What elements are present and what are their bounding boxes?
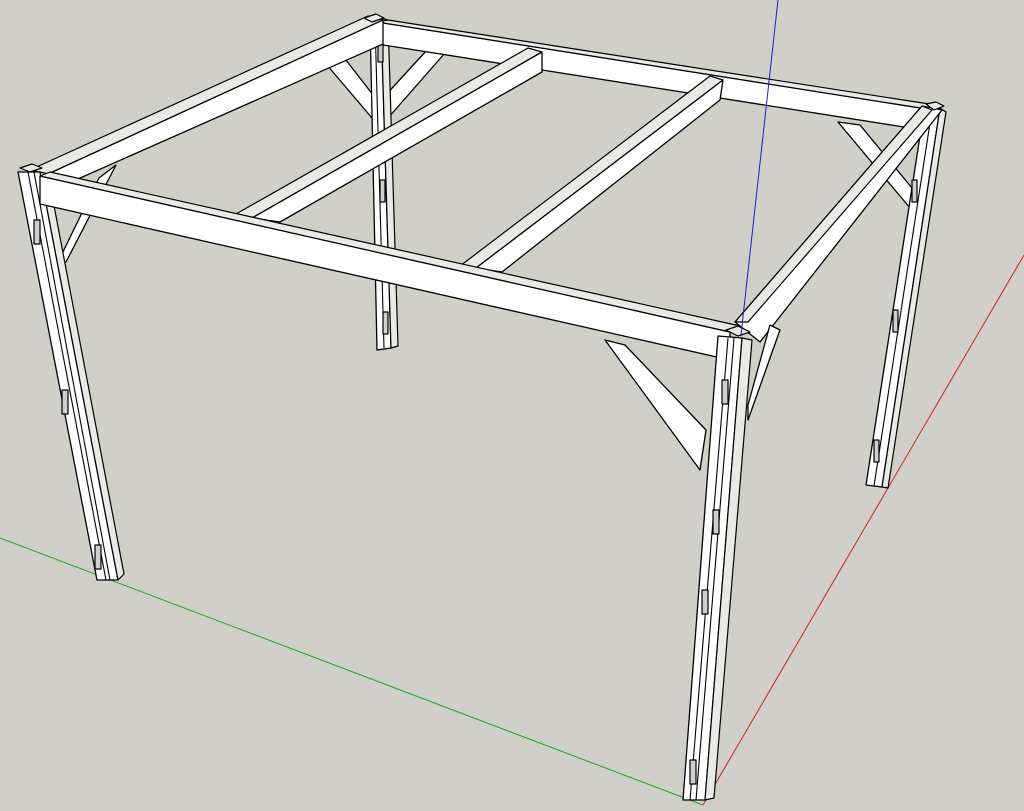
model-axes [0,254,1024,806]
post-back-left [369,17,399,351]
3d-viewport[interactable] [0,0,1024,811]
red-axis [702,254,1024,806]
brace-right-front [747,324,781,421]
post-front-right [682,335,753,801]
model-canvas[interactable] [0,0,1024,811]
brace-front-right [604,339,707,471]
post-front-left [17,171,125,581]
